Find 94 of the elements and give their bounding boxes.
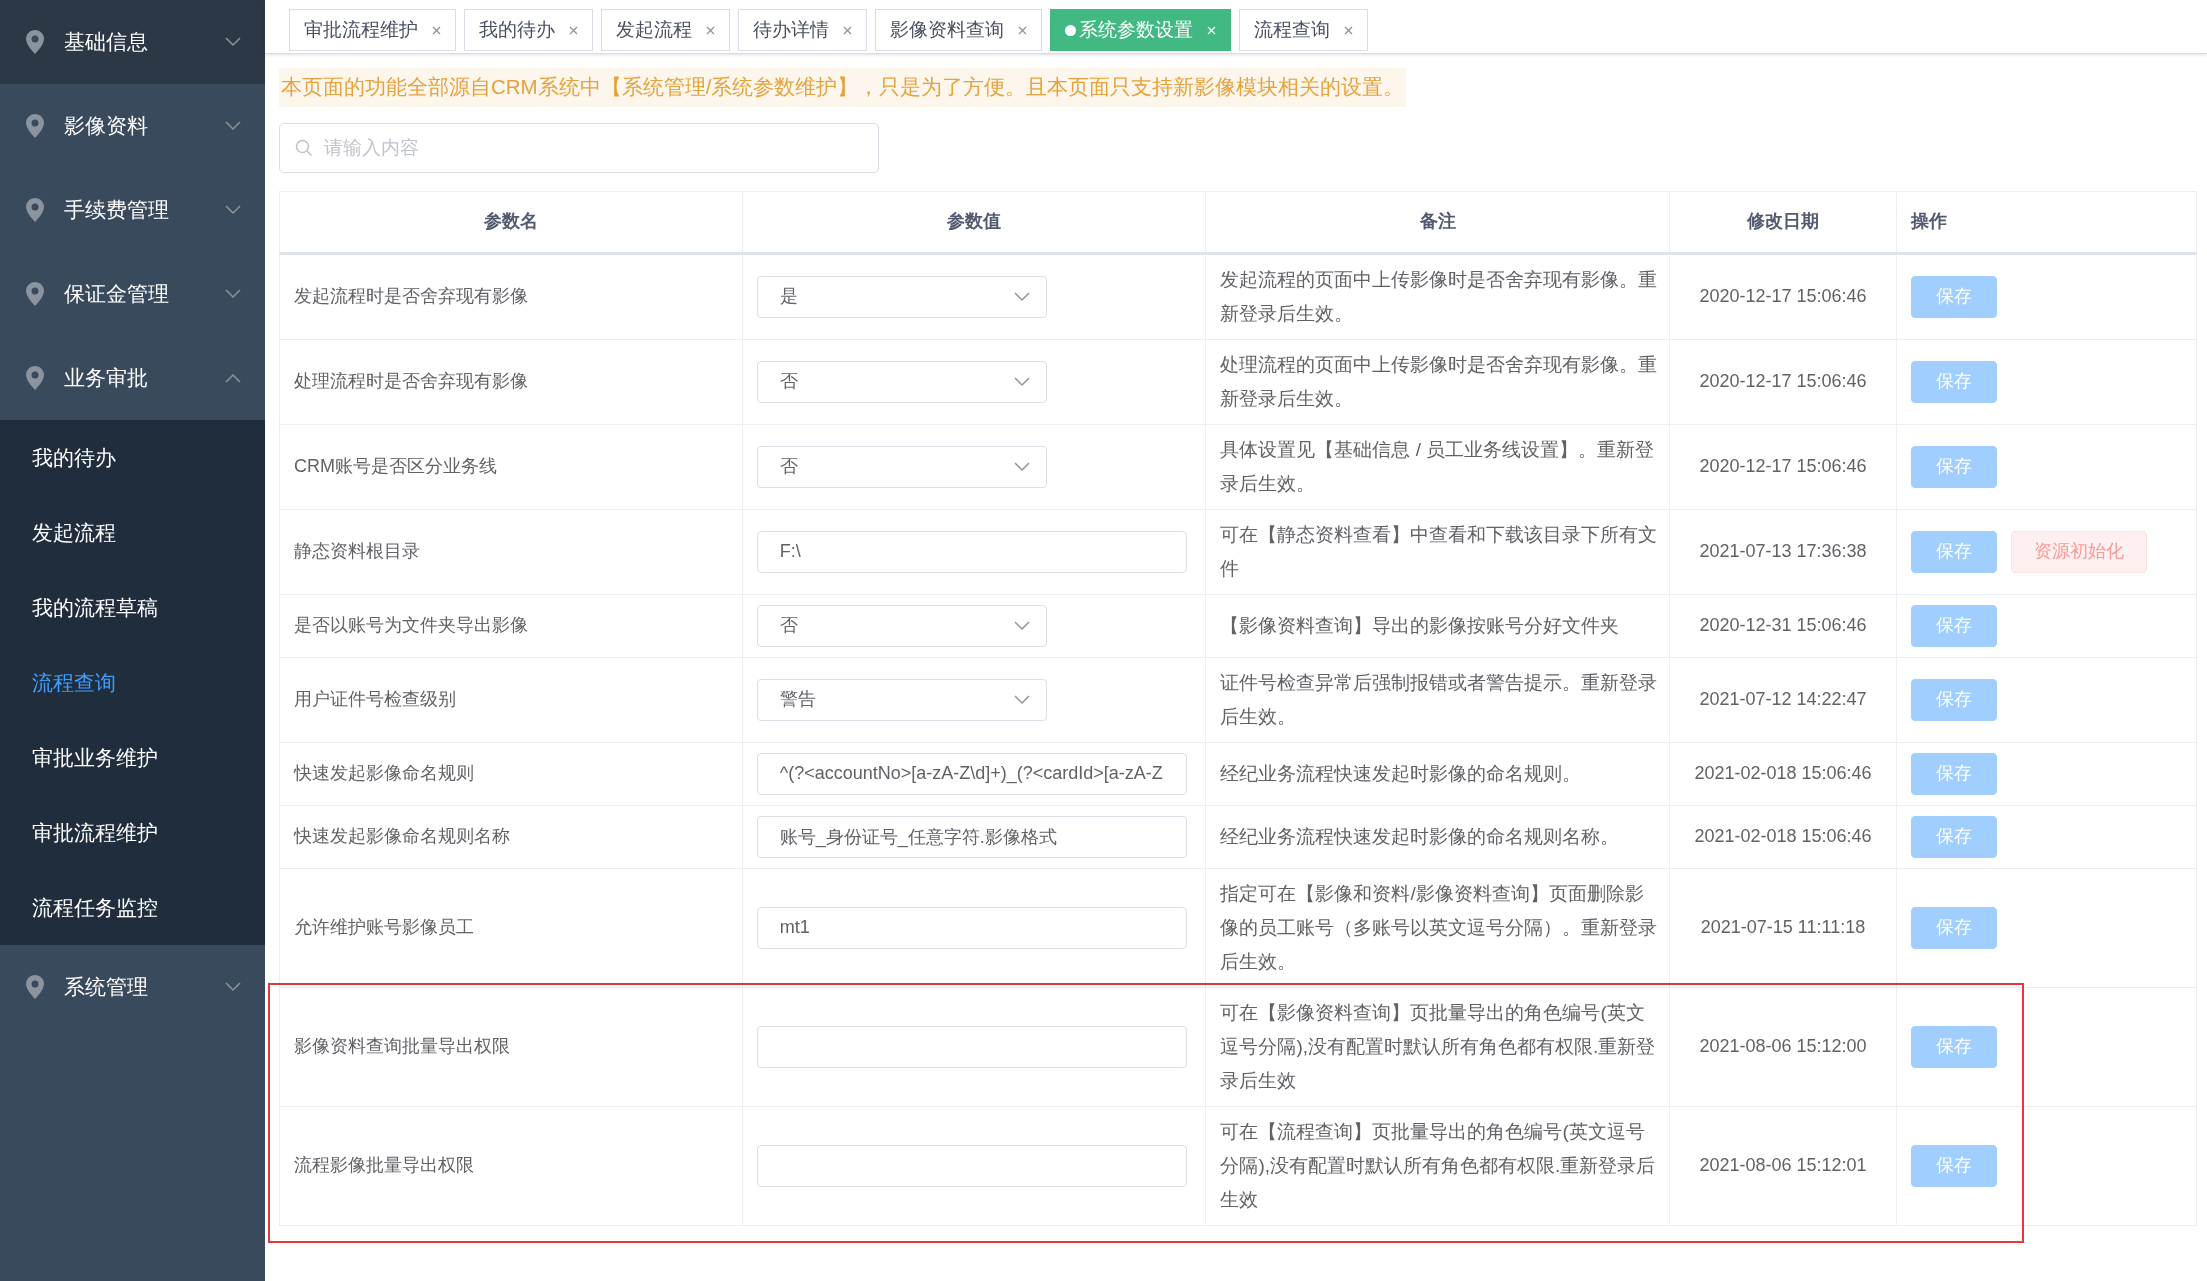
table-cell: 2020-12-17 15:06:46: [1669, 339, 1897, 425]
input-field[interactable]: mt1: [756, 906, 1187, 949]
table-cell: 2021-07-12 14:22:47: [1669, 657, 1897, 743]
table-cell: 处理流程的页面中上传影像时是否舍弃现有影像。重新登录后生效。: [1205, 339, 1670, 425]
input-field[interactable]: [756, 1025, 1187, 1068]
input-field[interactable]: [756, 1144, 1187, 1187]
chevron-icon: [225, 289, 241, 299]
close-icon[interactable]: [1018, 25, 1027, 35]
input-field[interactable]: ^(?<accountNo>[a-zA-Z\d]+)_(?<cardId>[a-zA-Z: [756, 752, 1187, 795]
select-field[interactable]: 否: [756, 445, 1047, 488]
table-cell: 流程影像批量导出权限: [279, 1106, 743, 1226]
column-header: 参数值: [742, 191, 1206, 254]
table-cell: 允许维护账号影像员工: [279, 868, 743, 988]
search-field[interactable]: 请输入内容: [279, 122, 879, 173]
chevron-icon: [225, 121, 241, 131]
location-pin-icon: [26, 114, 44, 138]
caret-icon: [1013, 620, 1030, 631]
select-field[interactable]: 是: [756, 275, 1047, 318]
sidebar-group[interactable]: 影像资料: [0, 84, 265, 168]
sidebar-item[interactable]: 发起流程: [0, 495, 265, 570]
input-field[interactable]: 账号_身份证号_任意字符.影像格式: [756, 815, 1187, 858]
table-cell: 可在【影像资料查询】页批量导出的角色编号(英文逗号分隔),没有配置时默认所有角色都有权限.重新登录后生效: [1205, 987, 1670, 1107]
close-icon[interactable]: [843, 25, 852, 35]
table-cell: 证件号检查异常后强制报错或者警告提示。重新登录后生效。: [1205, 657, 1670, 743]
notice-text: 本页面的功能全部源自CRM系统中【系统管理/系统参数维护】，只是为了方便。且本页面只支持新影像模块相关的设置。: [279, 68, 1407, 107]
table-cell: 快速发起影像命名规则名称: [279, 805, 743, 869]
table-cell: 2020-12-17 15:06:46: [1669, 253, 1897, 340]
table-cell: 指定可在【影像和资料/影像资料查询】页面删除影像的员工账号（多账号以英文逗号分隔）。重新登录后生效。: [1205, 868, 1670, 988]
table-cell: 2021-07-15 11:11:18: [1669, 868, 1897, 988]
column-header: 备注: [1205, 191, 1670, 254]
column-header: 修改日期: [1669, 191, 1897, 254]
table-cell: 2020-12-17 15:06:46: [1669, 424, 1897, 510]
tab[interactable]: 影像资料查询: [875, 9, 1042, 51]
select-field[interactable]: 警告: [756, 678, 1047, 721]
chevron-icon: [225, 373, 241, 383]
location-pin-icon: [26, 282, 44, 306]
chevron-icon: [225, 37, 241, 47]
table-cell: 可在【静态资料查看】中查看和下载该目录下所有文件: [1205, 509, 1670, 595]
tab[interactable]: 流程查询: [1239, 9, 1368, 51]
close-icon[interactable]: [569, 25, 578, 35]
select-field[interactable]: 否: [756, 604, 1047, 647]
close-icon[interactable]: [1344, 25, 1353, 35]
table-cell: 处理流程时是否舍弃现有影像: [279, 339, 743, 425]
table-cell: 发起流程的页面中上传影像时是否舍弃现有影像。重新登录后生效。: [1205, 253, 1670, 340]
sidebar-group[interactable]: 保证金管理: [0, 252, 265, 336]
sidebar-group[interactable]: 系统管理: [0, 945, 265, 1029]
sidebar-item[interactable]: 审批业务维护: [0, 720, 265, 795]
sidebar-group[interactable]: 手续费管理: [0, 168, 265, 252]
dot-icon: [1065, 24, 1076, 36]
table-cell: 经纪业务流程快速发起时影像的命名规则名称。: [1205, 805, 1670, 869]
table-cell: 用户证件号检查级别: [279, 657, 743, 743]
close-icon[interactable]: [432, 25, 441, 35]
select-field[interactable]: 否: [756, 360, 1047, 403]
table-cell: 2021-02-018 15:06:46: [1669, 742, 1897, 806]
tab[interactable]: 待办详情: [738, 9, 867, 51]
sidebar-item[interactable]: 我的流程草稿: [0, 570, 265, 645]
column-header: 参数名: [279, 191, 743, 254]
sidebar-item[interactable]: 流程查询: [0, 645, 265, 720]
caret-icon: [1013, 291, 1030, 302]
location-pin-icon: [26, 366, 44, 390]
tab[interactable]: 我的待办: [464, 9, 593, 51]
location-pin-icon: [26, 198, 44, 222]
sidebar-group[interactable]: 基础信息: [0, 0, 265, 84]
location-pin-icon: [26, 975, 44, 999]
table-cell: 2021-07-13 17:36:38: [1669, 509, 1897, 595]
sidebar-item[interactable]: 流程任务监控: [0, 870, 265, 945]
table-cell: 发起流程时是否舍弃现有影像: [279, 253, 743, 340]
table-cell: 可在【流程查询】页批量导出的角色编号(英文逗号分隔),没有配置时默认所有角色都有权限.重新登录后生效: [1205, 1106, 1670, 1226]
sidebar-item[interactable]: 审批流程维护: [0, 795, 265, 870]
caret-icon: [1013, 376, 1030, 387]
table-cell: 影像资料查询批量导出权限: [279, 987, 743, 1107]
table-cell: 2021-08-06 15:12:00: [1669, 987, 1897, 1107]
column-header: 操作: [1896, 191, 2197, 254]
table-cell: 2021-08-06 15:12:01: [1669, 1106, 1897, 1226]
table-cell: 静态资料根目录: [279, 509, 743, 595]
table-cell: 经纪业务流程快速发起时影像的命名规则。: [1205, 742, 1670, 806]
close-icon[interactable]: [706, 25, 715, 35]
tab[interactable]: 审批流程维护: [289, 9, 456, 51]
chevron-icon: [225, 982, 241, 992]
table-cell: CRM账号是否区分业务线: [279, 424, 743, 510]
table-cell: 具体设置见【基础信息 / 员工业务线设置】。重新登录后生效。: [1205, 424, 1670, 510]
tab[interactable]: 发起流程: [601, 9, 730, 51]
table-cell: 是否以账号为文件夹导出影像: [279, 594, 743, 658]
table-cell: 快速发起影像命名规则: [279, 742, 743, 806]
chevron-icon: [225, 205, 241, 215]
table-cell: 2021-02-018 15:06:46: [1669, 805, 1897, 869]
caret-icon: [1013, 694, 1030, 705]
input-field[interactable]: F:\: [756, 530, 1187, 573]
sidebar-item[interactable]: 我的待办: [0, 420, 265, 495]
table-cell: 2020-12-31 15:06:46: [1669, 594, 1897, 658]
sidebar-group[interactable]: 业务审批: [0, 336, 265, 420]
location-pin-icon: [26, 30, 44, 54]
caret-icon: [1013, 461, 1030, 472]
table-cell: 【影像资料查询】导出的影像按账号分好文件夹: [1205, 594, 1670, 658]
